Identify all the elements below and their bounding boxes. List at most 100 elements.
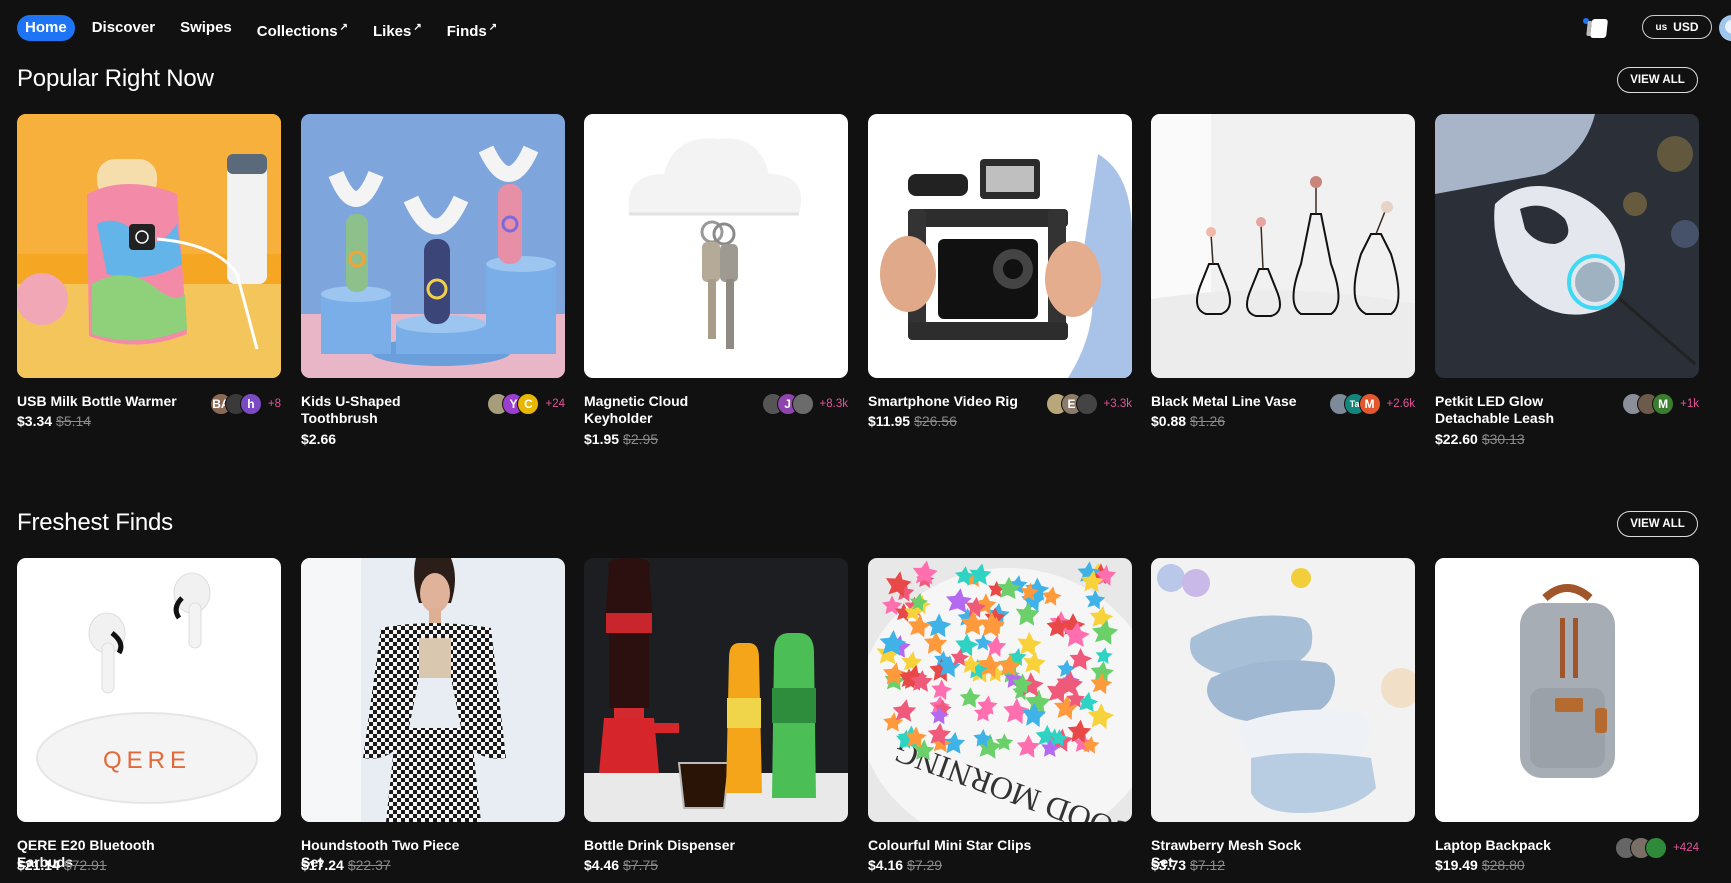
product-card[interactable]: Kids U-Shaped Toothbrush $2.66 Y C +24 [301,114,565,447]
product-card[interactable]: GOOD MORNING Colourful Mini Star Clips $… [868,558,1132,873]
product-image-video-rig[interactable] [868,114,1132,378]
product-card[interactable]: Houndstooth Two Piece Set $17.24 $22.37 [301,558,565,873]
original-price: $30.13 [1481,431,1525,447]
view-all-button-popular[interactable]: VIEW ALL [1617,67,1698,93]
product-card[interactable]: Bottle Drink Dispenser $4.46 $7.75 [584,558,848,873]
product-name[interactable]: Bottle Drink Dispenser [584,837,754,854]
product-card[interactable]: Laptop Backpack $19.49 $28.80 +424 [1435,558,1699,873]
likers[interactable]: J +8.3k [761,392,848,416]
section-title-popular: Popular Right Now [17,65,214,92]
current-price: $4.16 [868,857,904,873]
product-card[interactable]: USB Milk Bottle Warmer $3.34 $5.14 BA h +… [17,114,281,429]
product-price: $2.66 [301,431,340,447]
likers[interactable]: M +1k [1622,392,1699,416]
external-link-icon: ↗ [488,22,498,33]
product-image-earbuds[interactable]: QERE [17,558,281,822]
likers[interactable]: E +3.3k [1045,392,1132,416]
product-price: $19.49 $28.80 [1435,857,1525,873]
product-image-bottle-warmer[interactable] [17,114,281,378]
product-price: $4.16 $7.29 [868,857,942,873]
nav-discover[interactable]: Discover [84,15,163,41]
like-count: +3.3k [1103,398,1132,410]
original-price: $2.95 [623,431,659,447]
product-image-toothbrush[interactable] [301,114,565,378]
nav-home[interactable]: Home [17,15,75,41]
product-card[interactable]: Petkit LED Glow Detachable Leash $22.60 $… [1435,114,1699,447]
liker-avatar: M [1358,393,1381,415]
product-price: $11.95 $26.56 [868,413,957,429]
product-image-vase[interactable] [1151,114,1415,378]
product-price: $3.34 $5.14 [17,413,91,429]
product-card[interactable]: Black Metal Line Vase $0.88 $1.26 Ta M +2… [1151,114,1415,429]
original-price: $26.56 [914,413,957,429]
liker-avatar [1645,837,1668,859]
product-image-cloud-keys[interactable] [584,114,848,378]
currency-selector[interactable]: us USD [1642,15,1712,39]
product-name[interactable]: USB Milk Bottle Warmer [17,393,187,410]
product-name[interactable]: Colourful Mini Star Clips [868,837,1038,854]
liker-avatar: M [1652,393,1675,415]
original-price: $7.29 [907,857,943,873]
liker-avatar [791,393,814,415]
product-image-houndstooth[interactable] [301,558,565,822]
likers[interactable]: Ta M +2.6k [1328,392,1415,416]
swipe-cards-icon[interactable] [1590,19,1608,38]
nav-collections[interactable]: Collections ↗ [249,15,356,41]
current-price: $3.73 [1151,857,1187,873]
product-name[interactable]: Smartphone Video Rig [868,393,1038,410]
like-count: +1k [1680,398,1699,410]
product-image-star-clips[interactable]: GOOD MORNING [868,558,1132,822]
liker-avatar: C [517,393,540,415]
nav-swipes[interactable]: Swipes [172,15,240,41]
current-price: $19.49 [1435,857,1478,873]
product-price: $22.60 $30.13 [1435,431,1525,447]
earbuds-brand-text: QERE [103,747,191,774]
like-count: +8.3k [819,398,848,410]
current-price: $21.14 [17,857,60,873]
header-actions: us USD [1531,14,1731,42]
main-nav: Home Discover Swipes Collections ↗ Likes ↗… [17,14,514,42]
product-image-leash[interactable] [1435,114,1699,378]
product-price: $21.14 $72.91 [17,857,107,873]
nav-likes-label: Likes [373,23,412,40]
product-image-socks[interactable] [1151,558,1415,822]
currency-flag: us [1655,21,1668,33]
product-name[interactable]: Laptop Backpack [1435,837,1605,854]
view-all-button-freshest[interactable]: VIEW ALL [1617,511,1698,537]
likers[interactable]: Y C +24 [487,392,565,416]
nav-finds-label: Finds [446,23,487,40]
nav-likes[interactable]: Likes ↗ [365,15,430,41]
profile-avatar[interactable] [1719,15,1731,41]
product-price: $1.95 $2.95 [584,431,658,447]
current-price: $1.95 [584,431,620,447]
current-price: $22.60 [1435,431,1478,447]
currency-label: USD [1673,20,1699,34]
product-image-dispenser[interactable] [584,558,848,822]
product-card[interactable]: Smartphone Video Rig $11.95 $26.56 E +3.3… [868,114,1132,429]
original-price: $28.80 [1481,857,1525,873]
likers[interactable]: BA h +8 [209,392,281,416]
liker-avatar [1075,393,1098,415]
current-price: $17.24 [301,857,344,873]
likers[interactable]: +424 [1615,836,1699,860]
product-name[interactable]: Black Metal Line Vase [1151,393,1321,410]
product-name[interactable]: Kids U-Shaped Toothbrush [301,393,471,427]
external-link-icon: ↗ [413,22,422,33]
product-name[interactable]: Petkit LED Glow Detachable Leash [1435,393,1605,427]
like-count: +8 [267,398,281,410]
current-price: $3.34 [17,413,53,429]
nav-discover-label: Discover [91,19,156,36]
original-price: $1.26 [1190,413,1226,429]
external-link-icon: ↗ [339,22,348,33]
like-count: +424 [1673,842,1699,854]
product-image-backpack[interactable] [1435,558,1699,822]
nav-finds[interactable]: Finds ↗ [439,15,505,41]
nav-swipes-label: Swipes [180,19,232,36]
original-price: $72.91 [63,857,107,873]
product-name[interactable]: Magnetic Cloud Keyholder [584,393,754,427]
product-card[interactable]: Strawberry Mesh Sock Set $3.73 $7.12 [1151,558,1415,873]
product-card[interactable]: QERE QERE E20 Bluetooth Earbuds $21.14 $7… [17,558,281,873]
product-price: $0.88 $1.26 [1151,413,1225,429]
product-card[interactable]: Magnetic Cloud Keyholder $1.95 $2.95 J +8… [584,114,848,447]
liker-avatar: h [239,393,262,415]
